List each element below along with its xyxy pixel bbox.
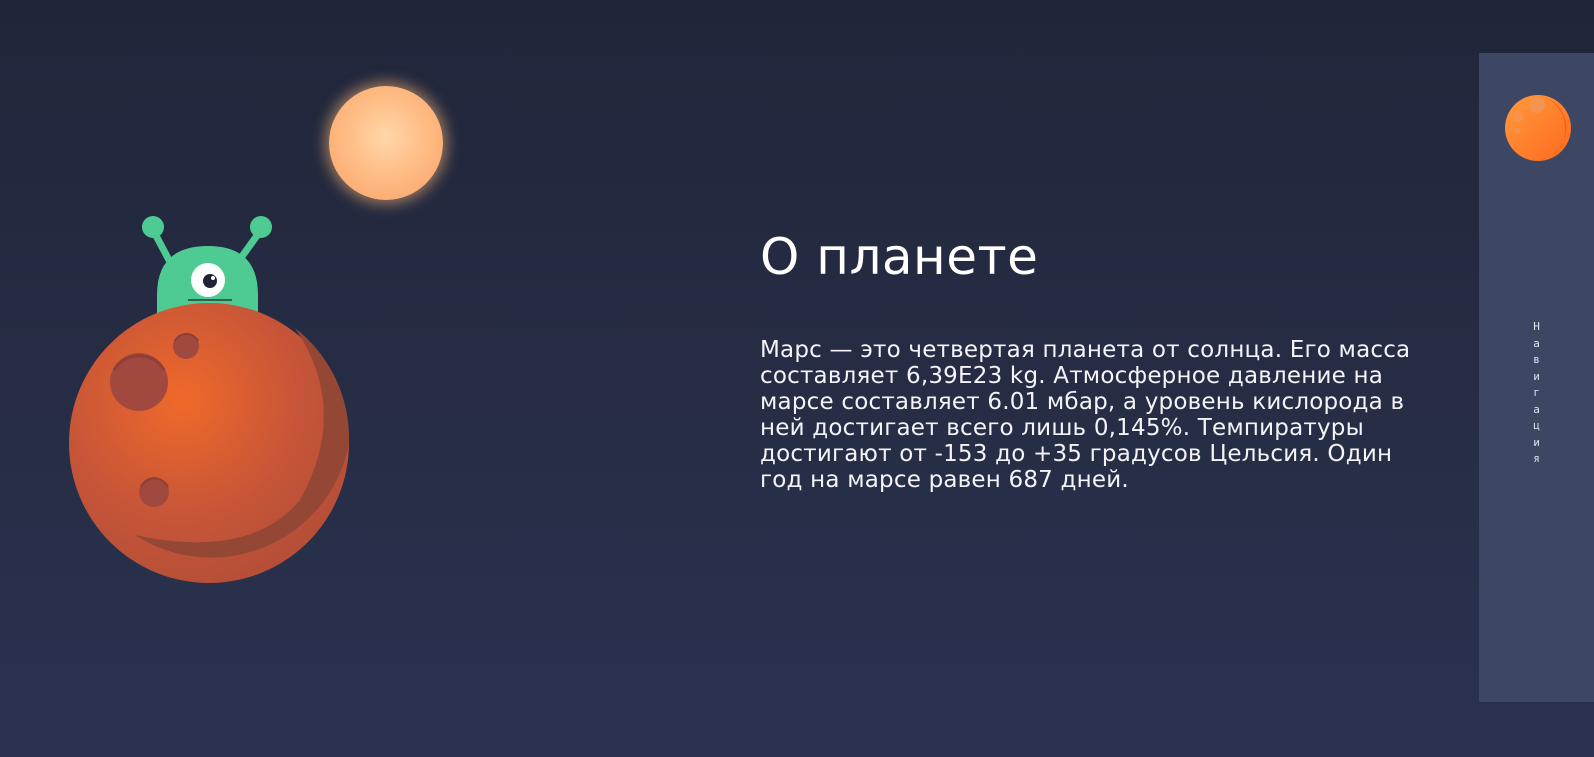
nav-label-letter: в [1533, 353, 1540, 366]
nav-label-letter: г [1533, 386, 1540, 399]
page-title: О планете [760, 228, 1039, 286]
nav-label-letter: и [1533, 369, 1540, 383]
alien-on-mars-illustration [69, 216, 350, 583]
about-section: О планете Марс — это четвертая планета о… [760, 228, 1440, 494]
nav-label-letter: ц [1533, 419, 1540, 432]
about-text: Марс — это четвертая планета от солнца. … [760, 337, 1411, 493]
nav-label-letter: а [1533, 402, 1540, 416]
nav-label-letter: и [1533, 435, 1540, 449]
nav-label-letter: я [1533, 452, 1540, 465]
nav-label-letter: Н [1533, 320, 1540, 333]
navigation-sidebar[interactable]: Навигация [1479, 53, 1594, 702]
mars-planet-icon [69, 303, 350, 583]
nav-label[interactable]: Навигация [1479, 319, 1594, 468]
nav-label-letter: а [1533, 336, 1540, 350]
sun-icon [329, 86, 443, 200]
planet-icon[interactable] [1505, 95, 1571, 161]
page: О планете Марс — это четвертая планета о… [0, 0, 1594, 757]
